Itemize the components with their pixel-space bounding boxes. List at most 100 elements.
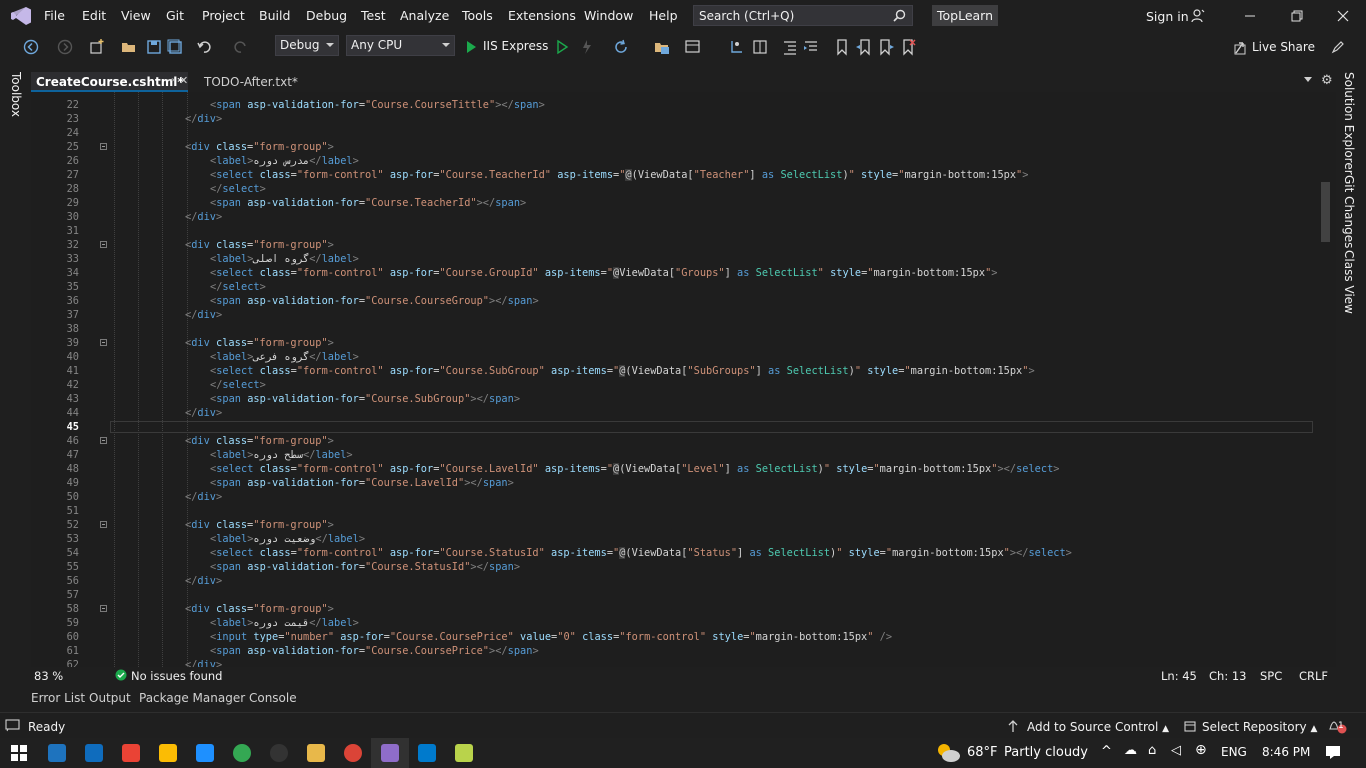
colorful-app-icon[interactable]	[233, 744, 251, 762]
indent-icon[interactable]	[802, 38, 820, 56]
solution-explorer-tab[interactable]: Solution Explorer	[1342, 72, 1356, 175]
app-icon[interactable]	[455, 744, 473, 762]
code-line[interactable]: 37 </div>	[31, 308, 1301, 322]
code-line[interactable]: 41 <select class="form-control" asp-for="…	[31, 364, 1301, 378]
collapse-region-icon[interactable]	[100, 143, 107, 150]
next-bookmark-icon[interactable]	[877, 38, 895, 56]
step-into-icon[interactable]	[728, 38, 746, 56]
weather-temperature[interactable]: 68°F	[967, 745, 998, 760]
cursor-column[interactable]: Ch: 13	[1209, 669, 1246, 683]
navigate-back-icon[interactable]	[22, 38, 40, 56]
skype-icon[interactable]	[196, 744, 214, 762]
browse-folder-icon[interactable]	[653, 38, 671, 56]
code-line[interactable]: 45	[31, 420, 1301, 434]
tab-todo-after[interactable]: TODO-After.txt*	[204, 75, 298, 89]
minimize-icon[interactable]	[1240, 6, 1260, 26]
layout-icon[interactable]	[684, 38, 702, 56]
code-line[interactable]: 33 <label>گروه اصلی</label>	[31, 252, 1301, 266]
search-input[interactable]: Search (Ctrl+Q)	[693, 5, 913, 26]
show-hidden-icons-icon[interactable]: ^	[1101, 744, 1112, 759]
code-line[interactable]: 40 <label>گروه فرعی</label>	[31, 350, 1301, 364]
code-line[interactable]: 49 <span asp-validation-for="Course.Lavel…	[31, 476, 1301, 490]
mail-app-icon[interactable]	[48, 744, 66, 762]
zoom-level[interactable]: 83 %	[34, 669, 63, 683]
code-line[interactable]: 30 </div>	[31, 210, 1301, 224]
onedrive-icon[interactable]: ☁	[1124, 743, 1137, 758]
tab-list-dropdown-icon[interactable]	[1304, 77, 1312, 82]
code-line[interactable]: 55 <span asp-validation-for="Course.Statu…	[31, 560, 1301, 574]
pin-icon[interactable]: ⊸	[166, 75, 174, 86]
undo-icon[interactable]	[196, 38, 214, 56]
code-editor[interactable]: 22 <span asp-validation-for="Course.Cours…	[31, 92, 1316, 667]
whitespace-mode[interactable]: SPC	[1260, 669, 1282, 683]
vscode-icon[interactable]	[418, 744, 436, 762]
code-line[interactable]: 34 <select class="form-control" asp-for="…	[31, 266, 1301, 280]
bookmark-icon[interactable]	[833, 38, 851, 56]
code-line[interactable]: 27 <select class="form-control" asp-for="…	[31, 168, 1301, 182]
code-line[interactable]: 61 <span asp-validation-for="Course.Cours…	[31, 644, 1301, 658]
menu-file[interactable]: File	[44, 8, 65, 23]
code-line[interactable]: 53 <label>وضعیت دوره</label>	[31, 532, 1301, 546]
collapse-region-icon[interactable]	[100, 241, 107, 248]
code-line[interactable]: 48 <select class="form-control" asp-for="…	[31, 462, 1301, 476]
code-line[interactable]: 22 <span asp-validation-for="Course.Cours…	[31, 98, 1301, 112]
open-file-icon[interactable]	[120, 38, 138, 56]
weather-partly-cloudy-icon[interactable]	[934, 740, 962, 764]
select-repository-button[interactable]: Select Repository ▲	[1202, 720, 1317, 734]
code-line[interactable]: 35 </select>	[31, 280, 1301, 294]
code-line[interactable]: 46 <div class="form-group">	[31, 434, 1301, 448]
new-project-icon[interactable]	[88, 38, 106, 56]
tab-output[interactable]: Output	[89, 691, 131, 705]
code-line[interactable]: 31	[31, 224, 1301, 238]
account-settings-icon[interactable]	[1190, 8, 1206, 24]
code-line[interactable]: 24	[31, 126, 1301, 140]
menu-extensions[interactable]: Extensions	[508, 8, 576, 23]
github-icon[interactable]	[270, 744, 288, 762]
chrome-icon[interactable]	[344, 744, 362, 762]
clear-bookmarks-icon[interactable]	[899, 38, 917, 56]
menu-window[interactable]: Window	[584, 8, 633, 23]
gear-icon[interactable]: ⚙	[1321, 73, 1333, 88]
code-line[interactable]: 52 <div class="form-group">	[31, 518, 1301, 532]
code-line[interactable]: 50 </div>	[31, 490, 1301, 504]
code-line[interactable]: 62 </div>	[31, 658, 1301, 667]
git-changes-tab[interactable]: Git Changes	[1342, 175, 1356, 248]
close-icon[interactable]	[1333, 6, 1353, 26]
navigate-forward-icon[interactable]	[56, 38, 74, 56]
outdent-icon[interactable]	[781, 38, 799, 56]
code-line[interactable]: 58 <div class="form-group">	[31, 602, 1301, 616]
class-view-tab[interactable]: Class View	[1342, 250, 1356, 314]
hot-reload-icon[interactable]	[578, 38, 596, 56]
editor-scrollbar[interactable]	[1316, 92, 1336, 667]
sign-in-link[interactable]: Sign in	[1146, 9, 1189, 24]
redo-icon[interactable]	[231, 38, 249, 56]
language-indicator[interactable]: ENG	[1221, 745, 1247, 759]
menu-git[interactable]: Git	[166, 8, 184, 23]
code-line[interactable]: 28 </select>	[31, 182, 1301, 196]
code-line[interactable]: 38	[31, 322, 1301, 336]
refresh-icon[interactable]	[612, 38, 630, 56]
network-icon[interactable]: ⌂	[1148, 743, 1156, 758]
tab-error-list[interactable]: Error List	[31, 691, 85, 705]
code-line[interactable]: 56 </div>	[31, 574, 1301, 588]
code-line[interactable]: 60 <input type="number" asp-for="Course.C…	[31, 630, 1301, 644]
issues-indicator[interactable]: No issues found	[115, 669, 222, 683]
code-line[interactable]: 29 <span asp-validation-for="Course.Teach…	[31, 196, 1301, 210]
gmail-icon[interactable]	[122, 744, 140, 762]
volume-icon[interactable]: ◁	[1171, 743, 1181, 758]
output-window-icon[interactable]	[5, 719, 20, 732]
code-line[interactable]: 57	[31, 588, 1301, 602]
toggle-panel-icon[interactable]	[751, 38, 769, 56]
code-line[interactable]: 42 </select>	[31, 378, 1301, 392]
collapse-region-icon[interactable]	[100, 339, 107, 346]
add-to-source-control-button[interactable]: Add to Source Control ▲	[1027, 720, 1169, 734]
code-line[interactable]: 47 <label>سطح دوره</label>	[31, 448, 1301, 462]
code-line[interactable]: 26 <label>مدرس دوره</label>	[31, 154, 1301, 168]
collapse-region-icon[interactable]	[100, 605, 107, 612]
code-line[interactable]: 59 <label>قیمت دوره</label>	[31, 616, 1301, 630]
close-icon[interactable]: ✕	[179, 74, 188, 87]
visual-studio-logo-icon[interactable]	[10, 6, 32, 26]
code-line[interactable]: 36 <span asp-validation-for="Course.Cours…	[31, 294, 1301, 308]
start-without-debugging-icon[interactable]	[553, 38, 571, 56]
google-drive-icon[interactable]	[159, 744, 177, 762]
